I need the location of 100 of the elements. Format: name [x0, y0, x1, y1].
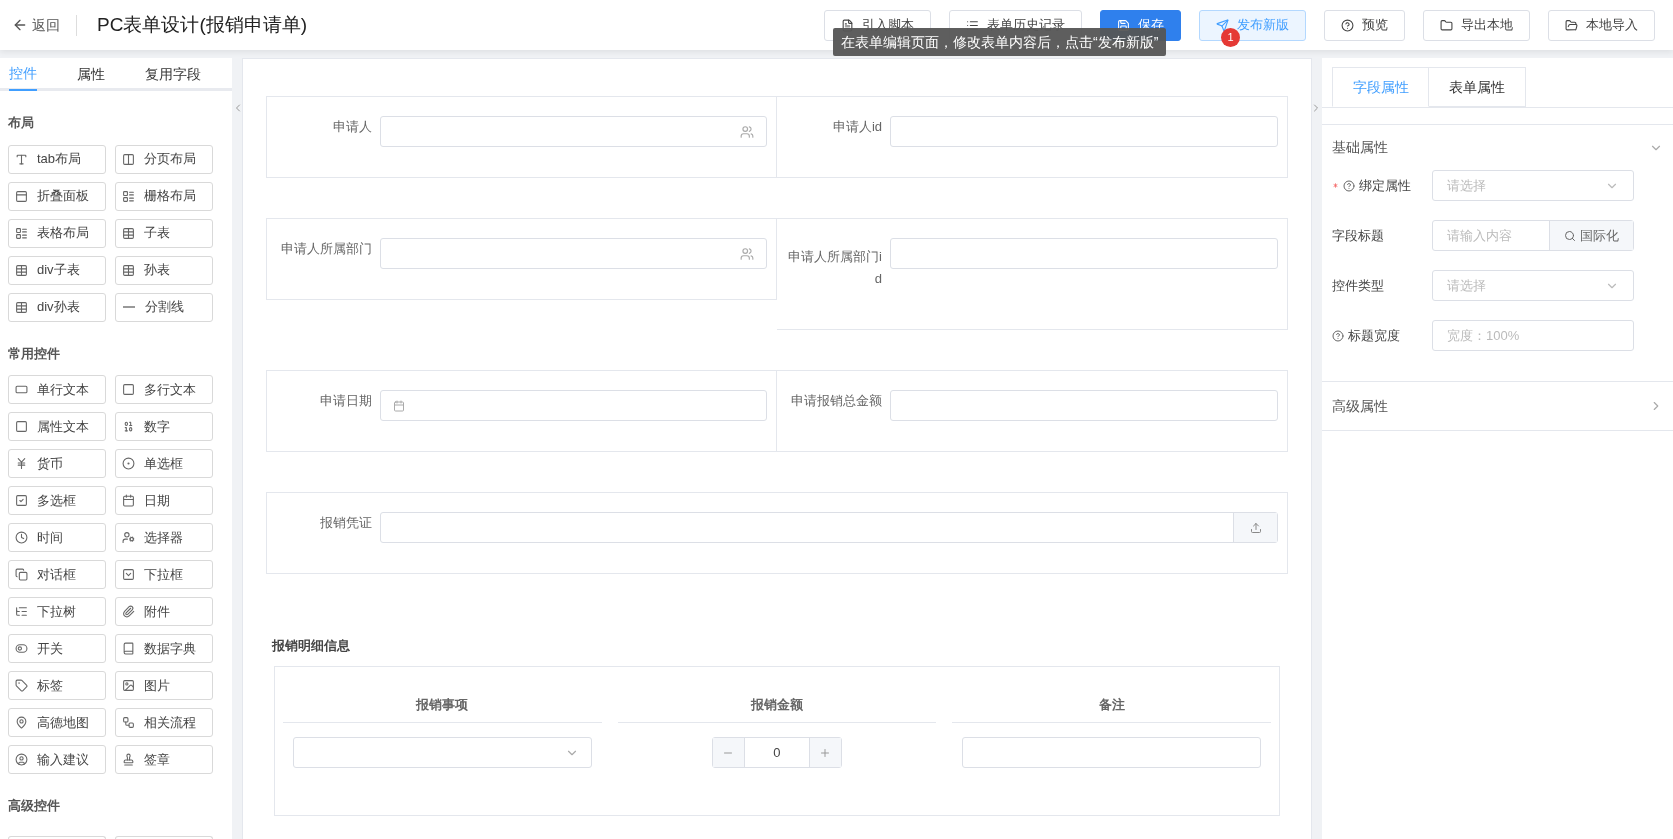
widget-item[interactable]: 多选框 [8, 486, 106, 515]
send-icon [1216, 18, 1229, 32]
input-field[interactable] [380, 116, 767, 147]
clock-icon [15, 531, 28, 544]
group-title: 常用控件 [8, 344, 61, 363]
widget-item[interactable]: 货币 [8, 449, 106, 478]
image-icon [122, 679, 135, 692]
search-icon [1564, 229, 1576, 242]
toolbar-button[interactable]: 本地导入 [1548, 9, 1655, 41]
toolbar-button[interactable]: 预览 [1324, 9, 1405, 41]
users-icon [740, 246, 754, 261]
widget-item[interactable]: 开关 [8, 634, 106, 663]
widget-item[interactable]: 相关流程 [115, 708, 213, 737]
calendar-icon [122, 494, 135, 507]
widget-item[interactable]: 表格布局 [8, 218, 106, 248]
page-title: PC表单设计(报销申请单) [97, 12, 308, 37]
folder-icon [1440, 18, 1453, 32]
textarea-icon [15, 420, 28, 433]
widget-item[interactable]: 图片 [115, 671, 213, 700]
input-field[interactable] [890, 116, 1278, 147]
date-field[interactable] [380, 390, 767, 421]
widget-item[interactable]: 对话框 [8, 560, 106, 589]
input-field[interactable] [962, 737, 1261, 768]
upload-field[interactable] [380, 512, 1278, 543]
textarea-icon [122, 383, 135, 396]
step-badge: 1 [1221, 28, 1240, 47]
field-label: 申请日期 [319, 392, 373, 410]
back-button[interactable]: 返回 [12, 14, 77, 36]
flow-icon [122, 716, 135, 729]
widget-item[interactable]: 属性文本 [8, 412, 106, 441]
table-icon [15, 263, 28, 277]
widget-item[interactable]: 多行文本 [115, 375, 213, 404]
widget-item[interactable]: 输入建议 [8, 745, 106, 774]
section-header[interactable]: 高级属性 [1322, 382, 1673, 430]
list-icon [122, 189, 135, 203]
widget-item[interactable]: 签章 [115, 745, 213, 774]
widget-item[interactable]: 孙表 [115, 255, 213, 285]
sidebar-tab[interactable]: 属性 [77, 58, 105, 91]
widget-item[interactable]: div孙表 [8, 292, 106, 322]
subtable-title: 报销明细信息 [272, 637, 351, 655]
property-label: 标题宽度 [1348, 326, 1400, 345]
tooltip: 在表单编辑页面，修改表单内容后，点击“发布新版” [833, 28, 1167, 56]
column-header: 报销事项 [283, 694, 602, 723]
input-field[interactable] [380, 238, 767, 269]
widget-item[interactable]: 附件 [115, 597, 213, 626]
help-icon [1341, 18, 1354, 32]
widget-item[interactable]: 日期 [115, 486, 213, 515]
section-header[interactable]: 基础属性 [1322, 125, 1673, 170]
paperclip-icon [122, 605, 135, 618]
number-icon [122, 420, 135, 433]
widget-item[interactable]: 数字 [115, 412, 213, 441]
widget-item[interactable]: 分页布局 [115, 144, 213, 174]
select-field[interactable] [293, 737, 592, 768]
map-pin-icon [15, 716, 28, 729]
widget-item[interactable]: 数据字典 [115, 634, 213, 663]
widget-item[interactable]: 折叠面板 [8, 181, 106, 211]
yen-icon [15, 457, 28, 470]
property-label: 字段标题 [1332, 226, 1384, 245]
widget-item[interactable]: 下拉框 [115, 560, 213, 589]
input-icon [15, 383, 28, 396]
properties-tab[interactable]: 表单属性 [1429, 67, 1526, 107]
widget-item[interactable]: 时间 [8, 523, 106, 552]
input-field[interactable]: 请输入内容 国际化 [1432, 220, 1634, 251]
tree-icon [15, 605, 28, 618]
i18n-button[interactable]: 国际化 [1549, 221, 1633, 250]
line-icon [123, 306, 135, 308]
dialog-icon [15, 568, 28, 581]
widget-item[interactable]: 单选框 [115, 449, 213, 478]
folder-icon [1565, 18, 1578, 32]
columns-icon [122, 152, 135, 166]
widget-item[interactable]: 分割线 [115, 292, 213, 322]
group-title: 高级控件 [8, 797, 61, 815]
tag-icon [15, 679, 28, 692]
number-stepper[interactable]: 0 [712, 737, 842, 768]
property-label: 控件类型 [1332, 276, 1384, 295]
widget-item[interactable]: 下拉树 [8, 597, 106, 626]
widget-item[interactable]: 高德地图 [8, 708, 106, 737]
stamp-icon [122, 753, 135, 766]
field-label: 申请人 [332, 118, 373, 136]
number-value: 0 [772, 743, 782, 762]
input-field[interactable] [890, 390, 1278, 421]
toggle-icon [15, 642, 28, 655]
toolbar-button[interactable]: 导出本地 [1423, 9, 1530, 41]
widget-item[interactable]: 子表 [115, 218, 213, 248]
widget-item[interactable]: 单行文本 [8, 375, 106, 404]
property-label: 绑定属性 [1359, 176, 1411, 195]
input-field[interactable] [890, 238, 1278, 269]
field-label: 申请人所属部门id [787, 248, 883, 288]
field-label: 申请人所属部门 [280, 240, 373, 258]
widget-item[interactable]: tab布局 [8, 144, 106, 174]
list-icon [15, 226, 28, 240]
sidebar-tab[interactable]: 复用字段 [145, 58, 201, 91]
widget-item[interactable]: 栅格布局 [115, 181, 213, 211]
widget-item[interactable]: div子表 [8, 255, 106, 285]
column-header: 报销金额 [617, 694, 937, 723]
widget-item[interactable]: 标签 [8, 671, 106, 700]
radio-icon [122, 457, 135, 470]
plus-icon [819, 746, 832, 759]
widget-item[interactable]: 选择器 [115, 523, 213, 552]
panel-icon [15, 189, 28, 203]
